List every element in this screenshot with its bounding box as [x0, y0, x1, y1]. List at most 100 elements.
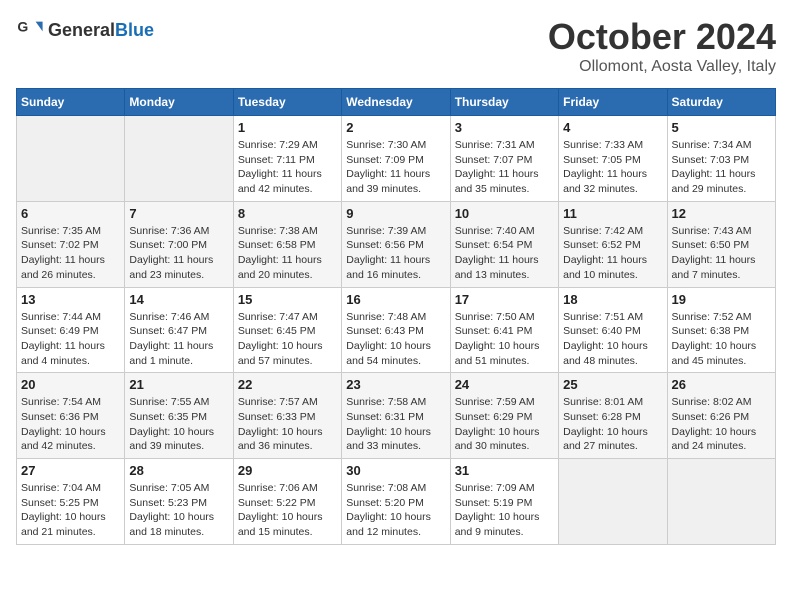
- calendar-day-cell: 28 Sunrise: 7:05 AMSunset: 5:23 PMDayligh…: [125, 459, 233, 545]
- logo-text-general: General: [48, 20, 115, 40]
- day-number: 29: [238, 463, 337, 478]
- calendar-day-cell: 30 Sunrise: 7:08 AMSunset: 5:20 PMDayligh…: [342, 459, 450, 545]
- calendar-day-cell: 19 Sunrise: 7:52 AMSunset: 6:38 PMDayligh…: [667, 287, 775, 373]
- calendar-day-cell: [667, 459, 775, 545]
- day-number: 26: [672, 377, 771, 392]
- day-number: 5: [672, 120, 771, 135]
- location-title: Ollomont, Aosta Valley, Italy: [548, 58, 776, 76]
- day-number: 10: [455, 206, 554, 221]
- calendar-day-cell: 25 Sunrise: 8:01 AMSunset: 6:28 PMDayligh…: [559, 373, 667, 459]
- day-info: Sunrise: 8:01 AMSunset: 6:28 PMDaylight:…: [563, 395, 662, 454]
- day-info: Sunrise: 7:04 AMSunset: 5:25 PMDaylight:…: [21, 481, 120, 540]
- day-number: 30: [346, 463, 445, 478]
- day-number: 17: [455, 292, 554, 307]
- weekday-header-row: SundayMondayTuesdayWednesdayThursdayFrid…: [17, 89, 776, 116]
- calendar-week-row: 13 Sunrise: 7:44 AMSunset: 6:49 PMDayligh…: [17, 287, 776, 373]
- day-info: Sunrise: 7:34 AMSunset: 7:03 PMDaylight:…: [672, 138, 771, 197]
- weekday-header-cell: Thursday: [450, 89, 558, 116]
- title-block: October 2024 Ollomont, Aosta Valley, Ita…: [548, 16, 776, 76]
- day-info: Sunrise: 7:50 AMSunset: 6:41 PMDaylight:…: [455, 310, 554, 369]
- calendar-day-cell: 23Sunrise: 7:58 AMSunset: 6:31 PMDayligh…: [342, 373, 450, 459]
- calendar-day-cell: 15Sunrise: 7:47 AMSunset: 6:45 PMDayligh…: [233, 287, 341, 373]
- calendar-day-cell: 7Sunrise: 7:36 AMSunset: 7:00 PMDaylight…: [125, 201, 233, 287]
- day-number: 2: [346, 120, 445, 135]
- day-number: 25: [563, 377, 662, 392]
- day-number: 3: [455, 120, 554, 135]
- day-number: 19: [672, 292, 771, 307]
- calendar-day-cell: 21 Sunrise: 7:55 AMSunset: 6:35 PMDayligh…: [125, 373, 233, 459]
- day-info: Sunrise: 7:46 AMSunset: 6:47 PMDaylight:…: [129, 310, 228, 369]
- day-info: Sunrise: 7:39 AMSunset: 6:56 PMDaylight:…: [346, 224, 445, 283]
- day-number: 11: [563, 206, 662, 221]
- day-number: 16: [346, 292, 445, 307]
- day-info: Sunrise: 7:08 AMSunset: 5:20 PMDaylight:…: [346, 481, 445, 540]
- day-number: 9: [346, 206, 445, 221]
- calendar-day-cell: 27 Sunrise: 7:04 AMSunset: 5:25 PMDayligh…: [17, 459, 125, 545]
- month-title: October 2024: [548, 16, 776, 58]
- day-info: Sunrise: 7:48 AMSunset: 6:43 PMDaylight:…: [346, 310, 445, 369]
- weekday-header-cell: Saturday: [667, 89, 775, 116]
- day-number: 7: [129, 206, 228, 221]
- day-info: Sunrise: 7:52 AMSunset: 6:38 PMDaylight:…: [672, 310, 771, 369]
- calendar-day-cell: 14 Sunrise: 7:46 AMSunset: 6:47 PMDayligh…: [125, 287, 233, 373]
- day-info: Sunrise: 7:31 AMSunset: 7:07 PMDaylight:…: [455, 138, 554, 197]
- calendar-day-cell: 24Sunrise: 7:59 AMSunset: 6:29 PMDayligh…: [450, 373, 558, 459]
- day-info: Sunrise: 7:58 AMSunset: 6:31 PMDaylight:…: [346, 395, 445, 454]
- calendar-day-cell: [125, 116, 233, 202]
- calendar-week-row: 20 Sunrise: 7:54 AMSunset: 6:36 PMDayligh…: [17, 373, 776, 459]
- day-number: 14: [129, 292, 228, 307]
- weekday-header-cell: Monday: [125, 89, 233, 116]
- day-number: 20: [21, 377, 120, 392]
- calendar-day-cell: 3 Sunrise: 7:31 AMSunset: 7:07 PMDaylight…: [450, 116, 558, 202]
- weekday-header-cell: Wednesday: [342, 89, 450, 116]
- calendar-day-cell: 29 Sunrise: 7:06 AMSunset: 5:22 PMDayligh…: [233, 459, 341, 545]
- day-info: Sunrise: 7:33 AMSunset: 7:05 PMDaylight:…: [563, 138, 662, 197]
- day-number: 27: [21, 463, 120, 478]
- day-info: Sunrise: 8:02 AMSunset: 6:26 PMDaylight:…: [672, 395, 771, 454]
- day-info: Sunrise: 7:43 AMSunset: 6:50 PMDaylight:…: [672, 224, 771, 283]
- calendar-day-cell: 18 Sunrise: 7:51 AMSunset: 6:40 PMDayligh…: [559, 287, 667, 373]
- day-info: Sunrise: 7:44 AMSunset: 6:49 PMDaylight:…: [21, 310, 120, 369]
- calendar-day-cell: 26 Sunrise: 8:02 AMSunset: 6:26 PMDayligh…: [667, 373, 775, 459]
- day-info: Sunrise: 7:35 AMSunset: 7:02 PMDaylight:…: [21, 224, 120, 283]
- calendar-day-cell: 16 Sunrise: 7:48 AMSunset: 6:43 PMDayligh…: [342, 287, 450, 373]
- calendar-day-cell: 5 Sunrise: 7:34 AMSunset: 7:03 PMDaylight…: [667, 116, 775, 202]
- day-number: 22: [238, 377, 337, 392]
- calendar-day-cell: 13 Sunrise: 7:44 AMSunset: 6:49 PMDayligh…: [17, 287, 125, 373]
- calendar-day-cell: 1 Sunrise: 7:29 AMSunset: 7:11 PMDaylight…: [233, 116, 341, 202]
- calendar-day-cell: 9 Sunrise: 7:39 AMSunset: 6:56 PMDaylight…: [342, 201, 450, 287]
- calendar-day-cell: 10 Sunrise: 7:40 AMSunset: 6:54 PMDayligh…: [450, 201, 558, 287]
- calendar-day-cell: [559, 459, 667, 545]
- calendar-week-row: 1 Sunrise: 7:29 AMSunset: 7:11 PMDaylight…: [17, 116, 776, 202]
- calendar-week-row: 27 Sunrise: 7:04 AMSunset: 5:25 PMDayligh…: [17, 459, 776, 545]
- day-info: Sunrise: 7:55 AMSunset: 6:35 PMDaylight:…: [129, 395, 228, 454]
- weekday-header-cell: Tuesday: [233, 89, 341, 116]
- calendar-week-row: 6 Sunrise: 7:35 AMSunset: 7:02 PMDaylight…: [17, 201, 776, 287]
- calendar-day-cell: 12Sunrise: 7:43 AMSunset: 6:50 PMDayligh…: [667, 201, 775, 287]
- day-number: 28: [129, 463, 228, 478]
- calendar-day-cell: 4 Sunrise: 7:33 AMSunset: 7:05 PMDaylight…: [559, 116, 667, 202]
- day-info: Sunrise: 7:29 AMSunset: 7:11 PMDaylight:…: [238, 138, 337, 197]
- day-info: Sunrise: 7:05 AMSunset: 5:23 PMDaylight:…: [129, 481, 228, 540]
- day-number: 6: [21, 206, 120, 221]
- day-number: 8: [238, 206, 337, 221]
- day-number: 21: [129, 377, 228, 392]
- calendar-day-cell: 6 Sunrise: 7:35 AMSunset: 7:02 PMDaylight…: [17, 201, 125, 287]
- day-info: Sunrise: 7:51 AMSunset: 6:40 PMDaylight:…: [563, 310, 662, 369]
- day-info: Sunrise: 7:06 AMSunset: 5:22 PMDaylight:…: [238, 481, 337, 540]
- calendar-body: 1 Sunrise: 7:29 AMSunset: 7:11 PMDaylight…: [17, 116, 776, 545]
- day-number: 18: [563, 292, 662, 307]
- calendar-table: SundayMondayTuesdayWednesdayThursdayFrid…: [16, 88, 776, 545]
- day-info: Sunrise: 7:54 AMSunset: 6:36 PMDaylight:…: [21, 395, 120, 454]
- logo: G GeneralBlue: [16, 16, 154, 44]
- day-info: Sunrise: 7:38 AMSunset: 6:58 PMDaylight:…: [238, 224, 337, 283]
- day-number: 13: [21, 292, 120, 307]
- logo-text-blue: Blue: [115, 20, 154, 40]
- calendar-day-cell: 22 Sunrise: 7:57 AMSunset: 6:33 PMDayligh…: [233, 373, 341, 459]
- calendar-day-cell: 31Sunrise: 7:09 AMSunset: 5:19 PMDayligh…: [450, 459, 558, 545]
- day-info: Sunrise: 7:40 AMSunset: 6:54 PMDaylight:…: [455, 224, 554, 283]
- page-header: G GeneralBlue October 2024 Ollomont, Aos…: [16, 16, 776, 76]
- day-number: 4: [563, 120, 662, 135]
- day-number: 1: [238, 120, 337, 135]
- day-info: Sunrise: 7:57 AMSunset: 6:33 PMDaylight:…: [238, 395, 337, 454]
